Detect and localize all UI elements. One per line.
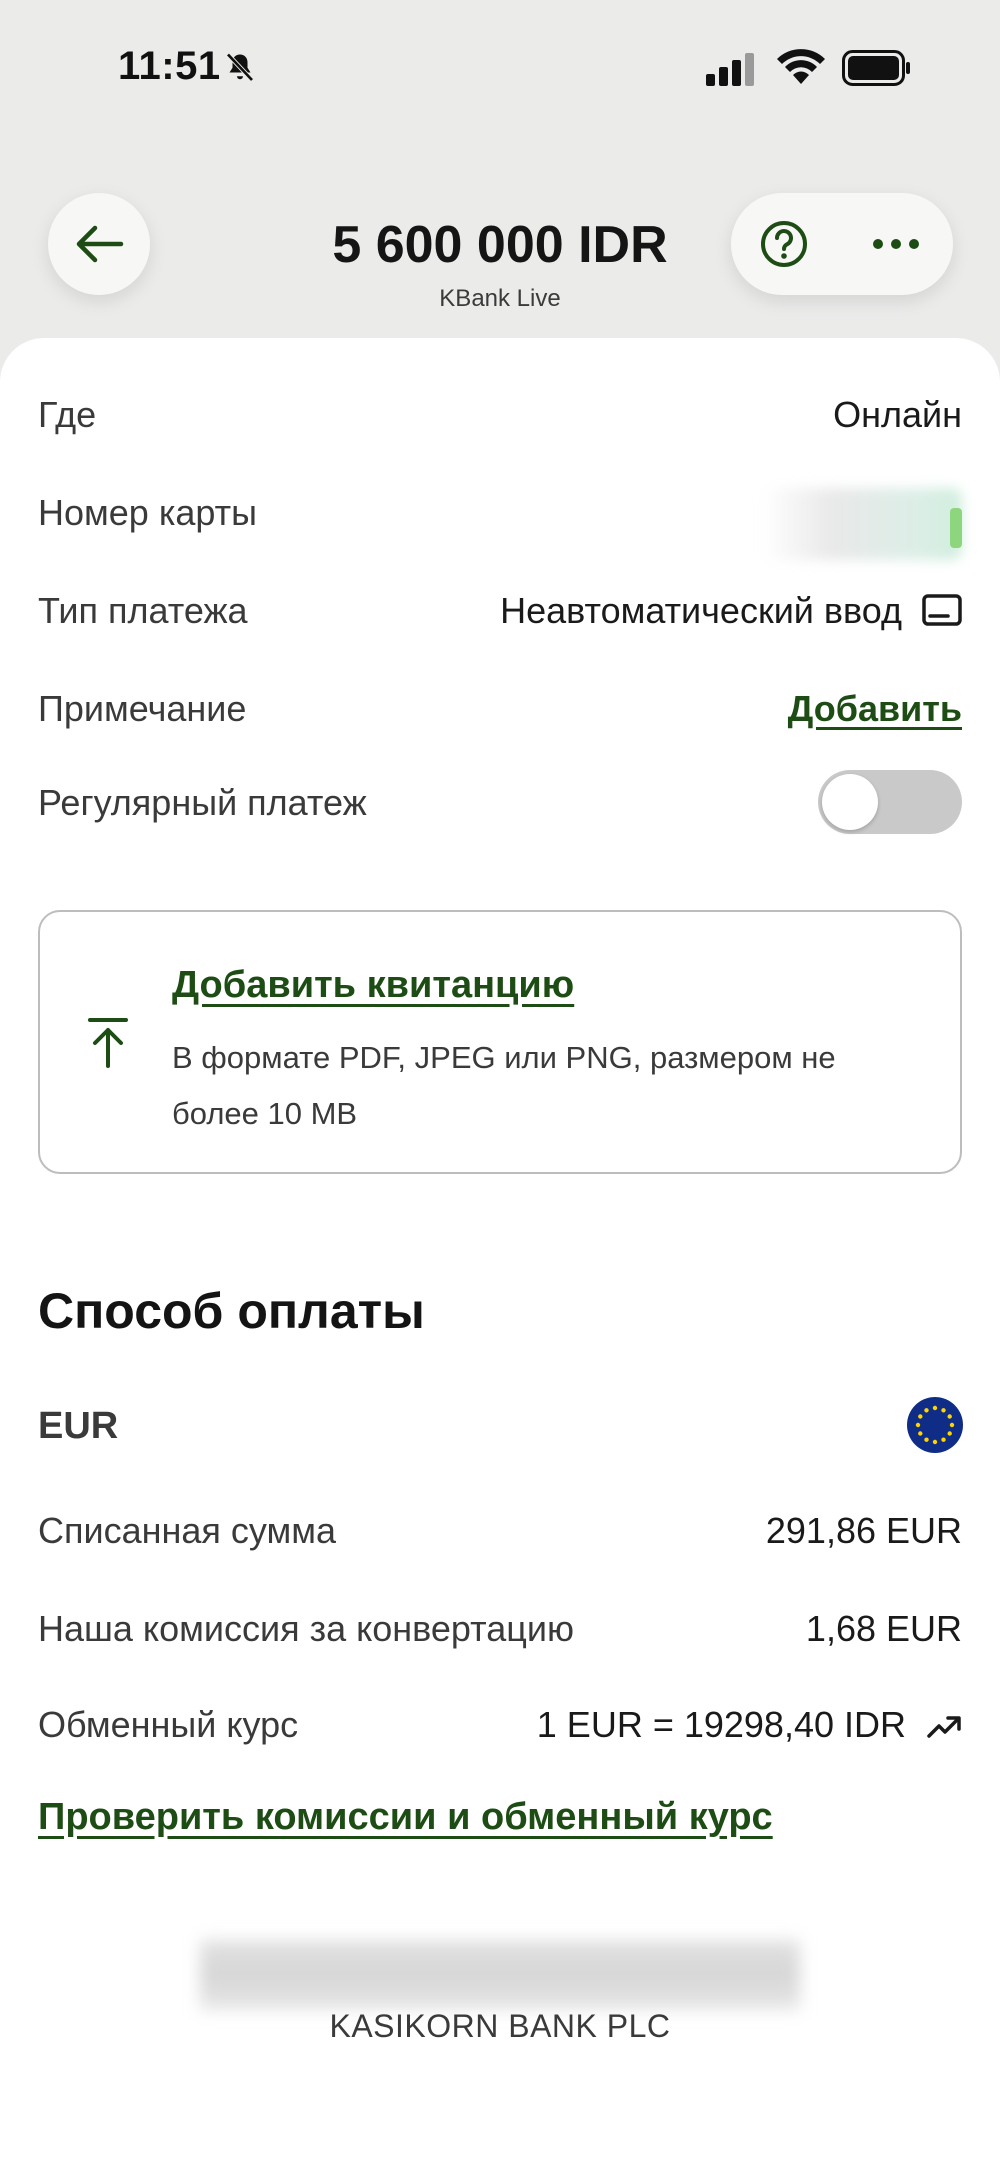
card-thumbnail xyxy=(950,508,962,548)
exchange-rate-row: Обменный курс 1 EUR = 19298,40 IDR xyxy=(38,1692,962,1752)
bell-muted-icon xyxy=(226,52,254,82)
conversion-fee-row: Наша комиссия за конвертацию 1,68 EUR xyxy=(38,1596,962,1656)
status-time: 11:51 xyxy=(118,44,221,88)
signal-icon xyxy=(706,53,754,86)
upload-icon xyxy=(88,1018,128,1068)
card-number-row: Номер карты xyxy=(38,480,962,576)
more-options-button[interactable] xyxy=(861,209,931,279)
check-fees-rate-link[interactable]: Проверить комиссии и обменный курс xyxy=(38,1796,773,1839)
exchange-rate-value: 1 EUR = 19298,40 IDR xyxy=(536,1704,906,1745)
where-label: Где xyxy=(38,394,97,435)
payment-card-icon xyxy=(922,594,962,626)
card-number-redacted xyxy=(762,488,962,560)
question-circle-icon xyxy=(761,221,807,267)
where-value: Онлайн xyxy=(833,394,962,435)
payment-type-row: Тип платежа Неавтоматический ввод xyxy=(38,578,962,638)
conversion-fee-label: Наша комиссия за конвертацию xyxy=(38,1608,574,1649)
note-row: Примечание Добавить xyxy=(38,676,962,736)
payment-type-value: Неавтоматический ввод xyxy=(500,590,902,631)
note-label: Примечание xyxy=(38,688,247,729)
receipt-format-hint: В формате PDF, JPEG или PNG, размером не… xyxy=(172,1040,836,1131)
help-button[interactable] xyxy=(749,209,819,279)
redacted-reference xyxy=(200,1940,800,2010)
bank-name: KASIKORN BANK PLC xyxy=(329,2008,671,2044)
status-bar: 11:51 xyxy=(0,0,1000,140)
toggle-knob xyxy=(822,774,878,830)
debited-amount-value: 291,86 EUR xyxy=(765,1510,962,1551)
debited-amount-label: Списанная сумма xyxy=(38,1510,337,1551)
more-dots-icon xyxy=(873,239,919,249)
add-receipt-card[interactable]: Добавить квитанцию В формате PDF, JPEG и… xyxy=(38,910,962,1174)
recurring-payment-label: Регулярный платеж xyxy=(38,782,367,823)
add-receipt-link[interactable]: Добавить квитанцию xyxy=(172,964,574,1007)
battery-icon xyxy=(842,50,910,86)
conversion-fee-value: 1,68 EUR xyxy=(805,1608,962,1649)
add-note-link[interactable]: Добавить xyxy=(788,688,962,730)
where-row: Где Онлайн xyxy=(38,382,962,442)
exchange-rate-label: Обменный курс xyxy=(38,1704,299,1745)
wifi-icon xyxy=(777,49,825,84)
header-actions xyxy=(731,193,953,295)
card-number-label: Номер карты xyxy=(38,492,257,533)
recurring-payment-toggle[interactable] xyxy=(818,770,962,834)
trend-up-icon xyxy=(927,1716,961,1738)
currency-code: EUR xyxy=(38,1405,119,1447)
recurring-payment-row: Регулярный платеж xyxy=(38,770,962,834)
debited-amount-row: Списанная сумма 291,86 EUR xyxy=(38,1498,962,1558)
eu-flag-icon xyxy=(907,1397,963,1453)
payment-type-label: Тип платежа xyxy=(38,590,248,631)
payment-method-title: Способ оплаты xyxy=(38,1283,425,1339)
